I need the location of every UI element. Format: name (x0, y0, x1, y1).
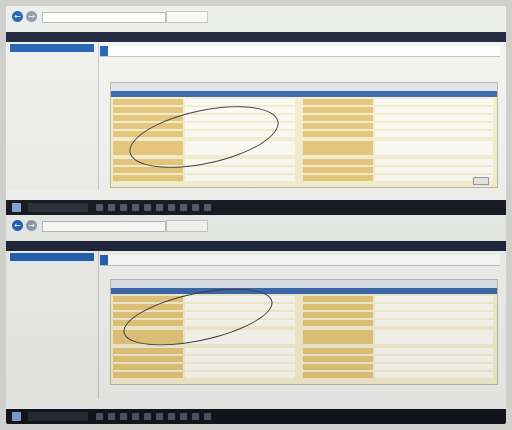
panel-section-bar (111, 288, 497, 294)
field-value (185, 99, 295, 105)
back-icon[interactable]: ← (12, 220, 23, 231)
taskbar-app-icon[interactable] (108, 204, 115, 211)
address-bar[interactable] (42, 12, 166, 23)
app-header-bar (6, 32, 506, 42)
panel-title-bar (111, 280, 497, 288)
address-bar[interactable] (42, 221, 166, 232)
browser-tab[interactable] (166, 220, 208, 232)
photographed-monitor: ← → ← → (6, 6, 506, 424)
taskbar-app-icon[interactable] (96, 413, 103, 420)
windows-taskbar (6, 409, 506, 424)
field-label (303, 99, 373, 105)
sidebar-item[interactable] (16, 176, 94, 182)
taskbar-app-icon[interactable] (168, 413, 175, 420)
forward-icon[interactable]: → (26, 220, 37, 231)
back-icon[interactable]: ← (12, 11, 23, 22)
browser-tab[interactable] (166, 11, 208, 23)
detail-row (111, 107, 497, 114)
sidebar-item[interactable] (16, 385, 94, 391)
detail-row (111, 167, 497, 174)
sidebar-tree (6, 251, 99, 399)
taskbar-search[interactable] (28, 203, 88, 212)
panel-section-bar (111, 91, 497, 97)
tab-toolbar (100, 255, 500, 266)
panel-title-bar (111, 83, 497, 91)
windows-start-icon[interactable] (12, 412, 21, 421)
browser-chrome: ← → (6, 215, 506, 251)
app-header-bar (6, 241, 506, 251)
taskbar-app-icon[interactable] (120, 413, 127, 420)
taskbar-app-icon[interactable] (144, 413, 151, 420)
detail-row (111, 99, 497, 106)
detail-row (111, 356, 497, 363)
detail-row (111, 348, 497, 355)
forward-icon[interactable]: → (26, 11, 37, 22)
screenshot-bottom: ← → (6, 215, 506, 424)
taskbar-app-icon[interactable] (204, 204, 211, 211)
active-toolbar-tab[interactable] (100, 46, 108, 56)
taskbar-app-icon[interactable] (192, 204, 199, 211)
taskbar-app-icon[interactable] (180, 204, 187, 211)
taskbar-app-icon[interactable] (108, 413, 115, 420)
taskbar-app-icon[interactable] (192, 413, 199, 420)
tab-toolbar (100, 46, 500, 57)
taskbar-app-icon[interactable] (120, 204, 127, 211)
taskbar-app-icon[interactable] (144, 204, 151, 211)
taskbar-app-icon[interactable] (156, 204, 163, 211)
main-content (100, 42, 500, 190)
windows-taskbar (6, 200, 506, 215)
menu-bar (6, 233, 506, 241)
taskbar-search[interactable] (28, 412, 88, 421)
taskbar-app-icon[interactable] (180, 413, 187, 420)
sidebar-header (10, 253, 94, 261)
taskbar-app-icon[interactable] (204, 413, 211, 420)
field-value (375, 99, 493, 105)
sidebar-header (10, 44, 94, 52)
panel-action-button[interactable] (473, 177, 489, 185)
field-label (113, 99, 183, 105)
detail-row (111, 364, 497, 371)
sidebar-tree (6, 42, 99, 190)
detail-row (111, 372, 497, 379)
active-toolbar-tab[interactable] (100, 255, 108, 265)
main-content (100, 251, 500, 399)
screenshot-top: ← → (6, 6, 506, 215)
windows-start-icon[interactable] (12, 203, 21, 212)
browser-chrome: ← → (6, 6, 506, 42)
taskbar-app-icon[interactable] (168, 204, 175, 211)
taskbar-app-icon[interactable] (96, 204, 103, 211)
taskbar-app-icon[interactable] (132, 413, 139, 420)
detail-row (111, 175, 497, 182)
menu-bar (6, 24, 506, 32)
taskbar-app-icon[interactable] (132, 204, 139, 211)
taskbar-app-icon[interactable] (156, 413, 163, 420)
